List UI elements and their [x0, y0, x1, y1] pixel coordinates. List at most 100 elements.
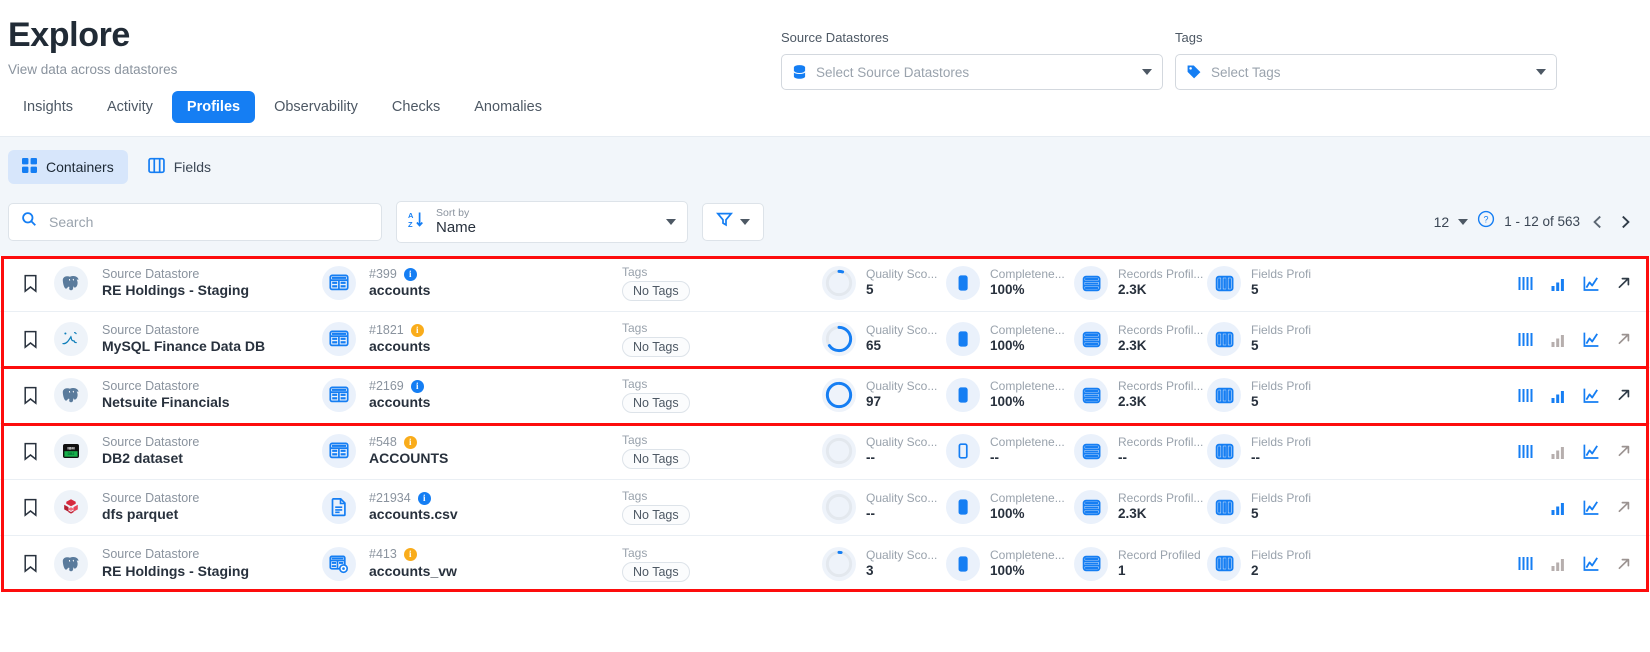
search-input[interactable] — [47, 212, 369, 231]
tags-caption: Tags — [622, 433, 648, 448]
tab-checks[interactable]: Checks — [377, 91, 455, 123]
tags-caption: Tags — [622, 489, 648, 504]
chevron-down-icon[interactable] — [666, 218, 676, 225]
info-badge-icon[interactable]: i — [403, 548, 417, 562]
sort-by-value: Name — [436, 219, 477, 237]
table-icon — [322, 434, 356, 469]
bars-icon[interactable] — [1517, 331, 1534, 348]
chevron-down-icon[interactable] — [1142, 69, 1152, 75]
quality-score-label: Quality Sco... — [866, 267, 938, 282]
bookmark-icon[interactable] — [6, 386, 54, 405]
filter-button[interactable] — [702, 202, 764, 241]
bookmark-icon[interactable] — [6, 554, 54, 573]
funnel-icon — [715, 211, 734, 233]
bars-icon[interactable] — [1517, 555, 1534, 572]
table-row[interactable]: Source Datastore Netsuite Financials #21… — [0, 367, 1650, 424]
tab-activity[interactable]: Activity — [92, 91, 168, 123]
external-link-icon[interactable] — [1616, 556, 1632, 572]
quality-score-label: Quality Sco... — [866, 491, 938, 506]
chevron-left-icon[interactable] — [1589, 213, 1607, 231]
info-badge-icon[interactable]: i — [403, 267, 417, 281]
external-link-icon[interactable] — [1616, 275, 1632, 291]
tab-insights[interactable]: Insights — [8, 91, 88, 123]
quality-score-metric: Quality Sco... 5 — [822, 266, 946, 301]
fields-profiled-metric: Fields Profi 5 — [1207, 378, 1319, 413]
table-row[interactable]: Source Datastore RE Holdings - Staging #… — [0, 535, 1650, 592]
source-datastores-label: Source Datastores — [781, 30, 889, 45]
bar-chart-icon[interactable] — [1550, 387, 1567, 404]
bar-chart-icon[interactable] — [1550, 443, 1567, 460]
tab-observability[interactable]: Observability — [259, 91, 373, 123]
info-badge-icon[interactable]: i — [403, 435, 417, 449]
completeness-icon — [946, 266, 980, 301]
datastore-kind: Source Datastore — [102, 547, 200, 562]
external-link-icon[interactable] — [1616, 387, 1632, 403]
view-toggle-fields[interactable]: Fields — [134, 149, 225, 185]
page-size-value[interactable]: 12 — [1434, 214, 1450, 230]
tab-anomalies[interactable]: Anomalies — [459, 91, 557, 123]
bar-chart-icon[interactable] — [1550, 555, 1567, 572]
info-badge-icon[interactable]: i — [417, 491, 431, 505]
table-icon — [322, 322, 356, 357]
line-chart-icon[interactable] — [1583, 555, 1600, 572]
row-actions — [1550, 499, 1650, 516]
source-datastores-filter: Source Datastores Select Source Datastor… — [781, 30, 1163, 90]
help-circle-icon[interactable]: ? — [1477, 210, 1495, 233]
quality-score-metric: Quality Sco... -- — [822, 490, 946, 525]
bars-icon[interactable] — [1517, 443, 1534, 460]
tag-badge: No Tags — [622, 337, 690, 358]
line-chart-icon[interactable] — [1583, 331, 1600, 348]
tags-cell: Tags No Tags — [622, 265, 822, 302]
line-chart-icon[interactable] — [1583, 275, 1600, 292]
bookmark-icon[interactable] — [6, 330, 54, 349]
bookmark-icon[interactable] — [6, 274, 54, 293]
containers-table: Source Datastore RE Holdings - Staging #… — [0, 255, 1650, 592]
bookmark-icon[interactable] — [6, 442, 54, 461]
bar-chart-icon[interactable] — [1550, 331, 1567, 348]
tags-select[interactable]: Select Tags — [1175, 54, 1557, 90]
line-chart-icon[interactable] — [1583, 499, 1600, 516]
source-datastores-select[interactable]: Select Source Datastores — [781, 54, 1163, 90]
bookmark-icon[interactable] — [6, 498, 54, 517]
external-link-icon[interactable] — [1616, 331, 1632, 347]
object-id: #21934 — [369, 490, 411, 505]
completeness-label: Completene... — [990, 323, 1065, 338]
object-name: ACCOUNTS — [369, 450, 449, 467]
external-link-icon[interactable] — [1616, 499, 1632, 515]
records-profiled-metric: Records Profil... 2.3K — [1074, 378, 1207, 413]
table-row[interactable]: Source Datastore RE Holdings - Staging #… — [0, 255, 1650, 312]
fields-profiled-value: 5 — [1251, 282, 1259, 298]
bars-icon[interactable] — [1517, 275, 1534, 292]
quality-score-metric: Quality Sco... 65 — [822, 322, 946, 357]
table-row[interactable]: IBM DB2 Source Datastore DB2 dataset #54… — [0, 423, 1650, 480]
tab-profiles[interactable]: Profiles — [171, 90, 256, 123]
records-profiled-label: Records Profil... — [1118, 267, 1204, 282]
line-chart-icon[interactable] — [1583, 387, 1600, 404]
line-chart-icon[interactable] — [1583, 443, 1600, 460]
chevron-down-icon[interactable] — [1536, 69, 1546, 75]
chevron-down-icon[interactable] — [740, 218, 750, 225]
records-profiled-value: 2.3K — [1118, 338, 1147, 354]
quality-score-label: Quality Sco... — [866, 547, 938, 562]
search-box[interactable] — [8, 202, 382, 241]
datastore-cell: Source Datastore dfs parquet — [54, 490, 322, 525]
tags-cell: Tags No Tags — [622, 433, 822, 470]
info-badge-icon[interactable]: i — [410, 323, 424, 337]
table-row[interactable]: Source Datastore dfs parquet #21934 i ac… — [0, 479, 1650, 536]
svg-text:?: ? — [1484, 215, 1489, 225]
chevron-down-icon[interactable] — [1458, 218, 1469, 225]
bars-icon[interactable] — [1517, 387, 1534, 404]
completeness-label: Completene... — [990, 491, 1065, 506]
chevron-right-icon[interactable] — [1616, 213, 1634, 231]
sort-by-select[interactable]: A Z Sort by Name — [396, 200, 688, 243]
bar-chart-icon[interactable] — [1550, 499, 1567, 516]
bar-chart-icon[interactable] — [1550, 275, 1567, 292]
view-toggle-containers[interactable]: Containers — [8, 149, 128, 184]
tags-placeholder: Select Tags — [1211, 64, 1281, 80]
completeness-icon — [946, 322, 980, 357]
datastore-name: DB2 dataset — [102, 450, 183, 467]
profiles-panel: Containers Fields A Z — [0, 135, 1650, 256]
external-link-icon[interactable] — [1616, 443, 1632, 459]
table-row[interactable]: Source Datastore MySQL Finance Data DB #… — [0, 311, 1650, 368]
info-badge-icon[interactable]: i — [410, 379, 424, 393]
